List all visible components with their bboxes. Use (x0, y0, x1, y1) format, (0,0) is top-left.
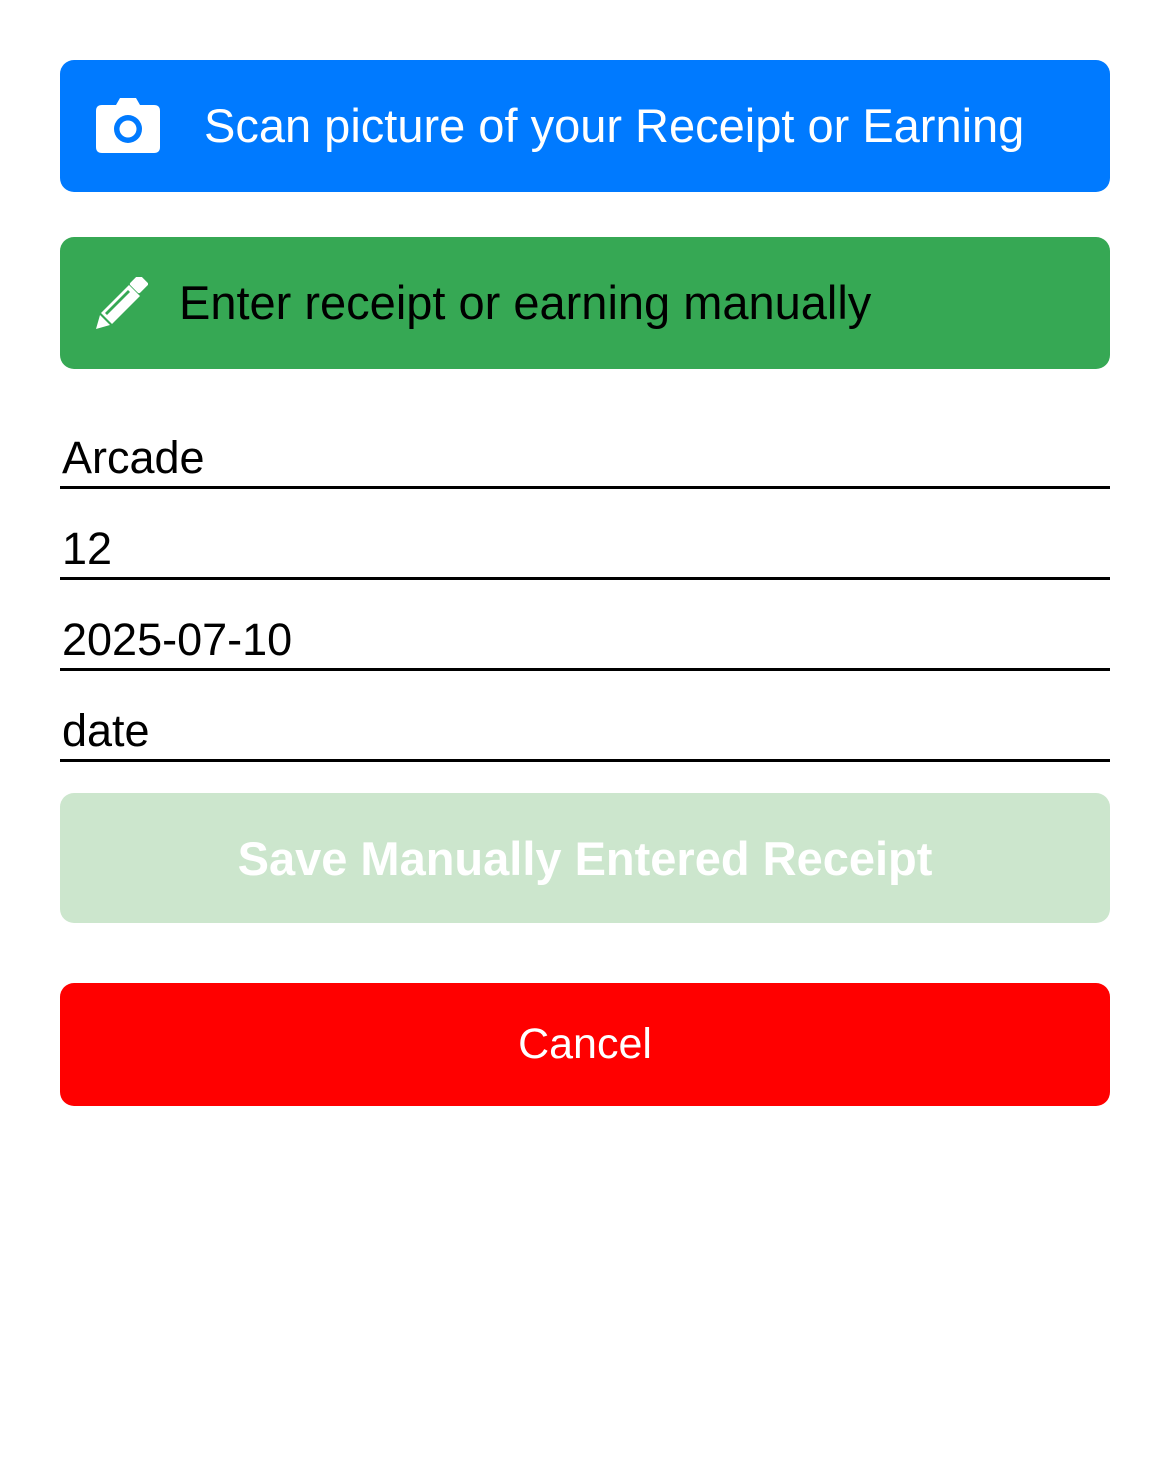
save-manual-receipt-label: Save Manually Entered Receipt (237, 831, 933, 885)
name-field[interactable] (60, 429, 1110, 489)
pencil-icon (96, 274, 149, 329)
enter-manually-button[interactable]: Enter receipt or earning manually (60, 237, 1110, 369)
enter-manually-label: Enter receipt or earning manually (179, 276, 872, 329)
date-field[interactable] (60, 611, 1110, 671)
cancel-button[interactable]: Cancel (60, 983, 1110, 1106)
amount-field[interactable] (60, 520, 1110, 580)
camera-icon (96, 97, 160, 153)
cancel-label: Cancel (518, 1020, 652, 1068)
scan-receipt-label: Scan picture of your Receipt or Earning (204, 99, 1025, 152)
scan-receipt-button[interactable]: Scan picture of your Receipt or Earning (60, 60, 1110, 192)
date-secondary-field[interactable] (60, 702, 1110, 762)
save-manual-receipt-button[interactable]: Save Manually Entered Receipt (60, 793, 1110, 923)
